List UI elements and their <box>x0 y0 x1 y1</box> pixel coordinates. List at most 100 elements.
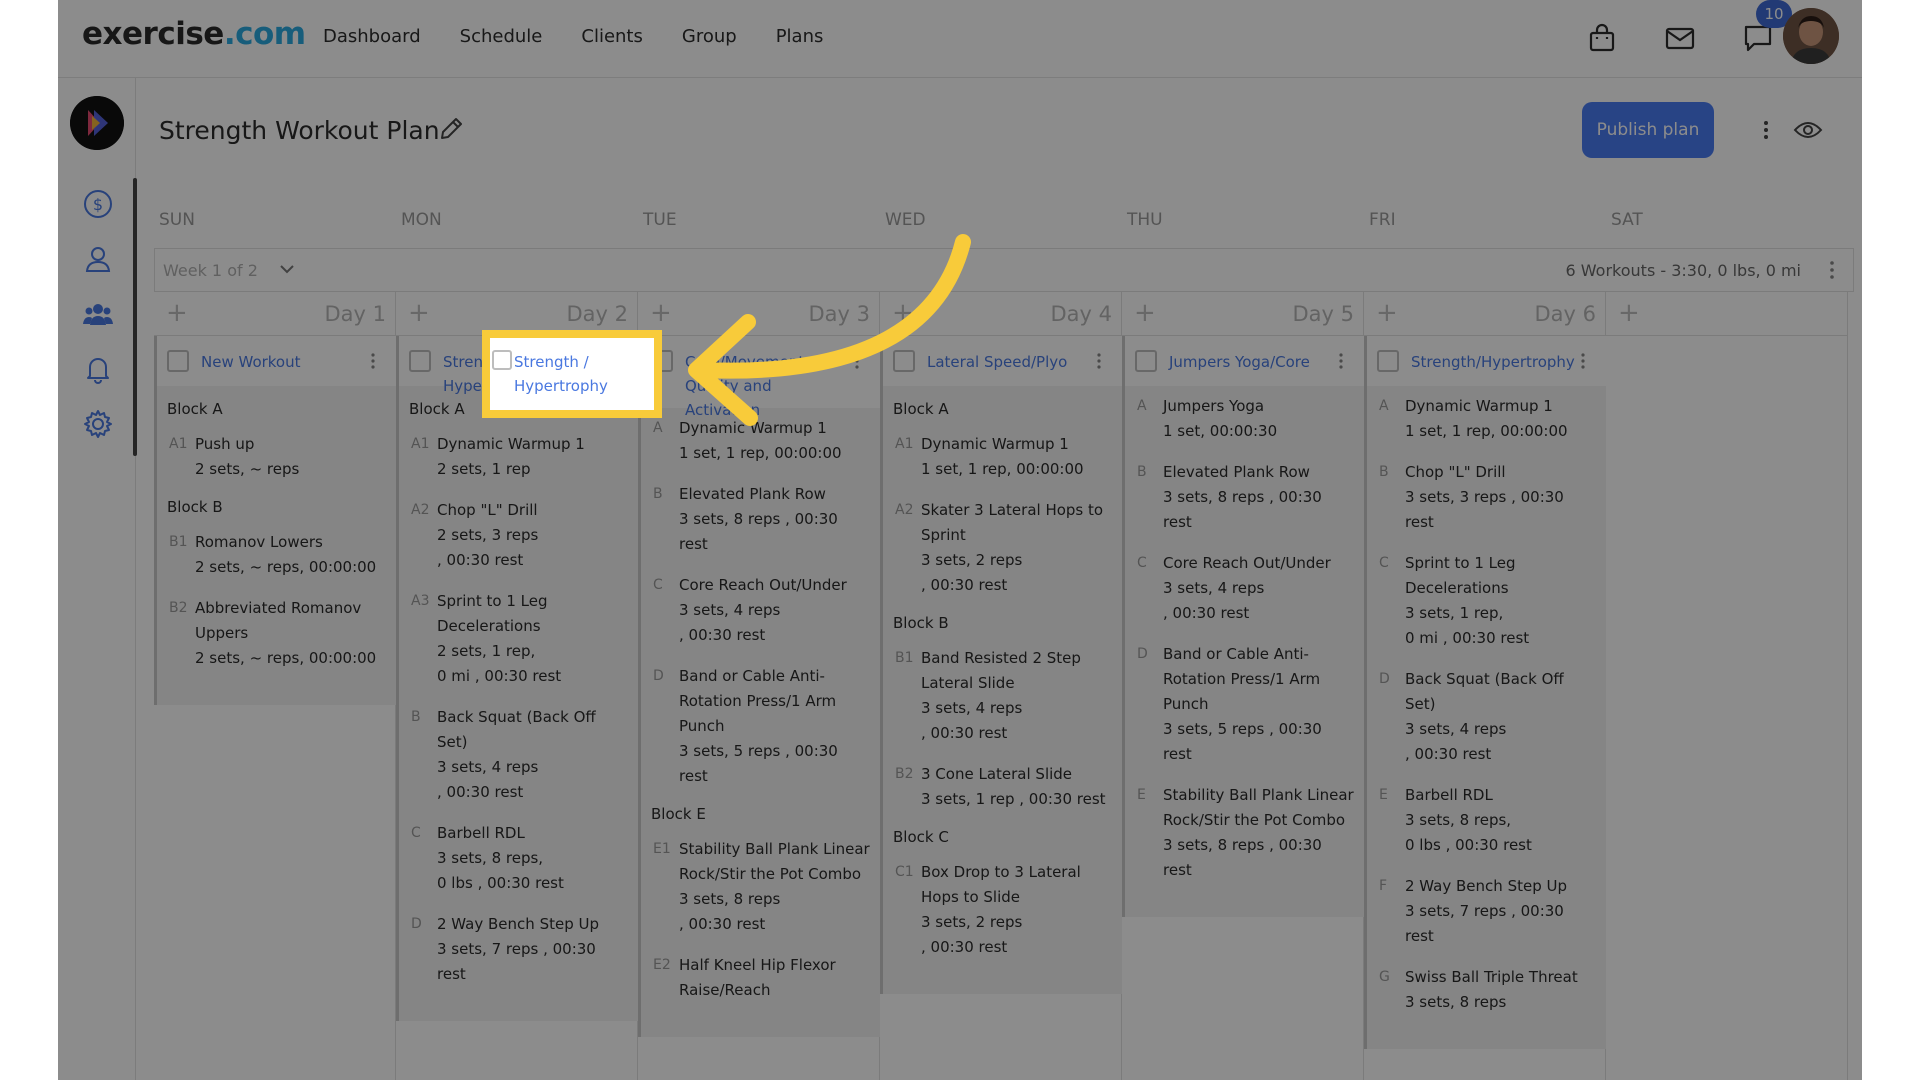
workout-checkbox[interactable] <box>1135 350 1157 372</box>
weekday-header: SUN MON TUE WED THU FRI SAT <box>159 210 1859 240</box>
exercise-item[interactable]: D Band or Cable Anti-Rotation Press/1 Arm… <box>1135 642 1354 767</box>
brand-logo[interactable]: exercise.com <box>82 16 306 52</box>
nav-dashboard[interactable]: Dashboard <box>323 26 421 47</box>
highlighted-workout-name[interactable]: Strength / Hypertrophy <box>514 350 654 398</box>
add-workout-plus-icon[interactable]: + <box>1618 300 1640 326</box>
nav-schedule[interactable]: Schedule <box>460 26 543 47</box>
exercise-item[interactable]: D Band or Cable Anti-Rotation Press/1 Arm… <box>651 664 870 789</box>
nav-clients[interactable]: Clients <box>581 26 643 47</box>
exercise-item[interactable]: E Stability Ball Plank Linear Rock/Stir t… <box>1135 783 1354 883</box>
gear-icon[interactable] <box>82 408 114 440</box>
exercise-detail: , 00:30 rest <box>921 938 1008 956</box>
workout-checkbox[interactable] <box>1377 350 1399 372</box>
exercise-name: Dynamic Warmup 1 <box>921 435 1069 453</box>
more-options-icon[interactable] <box>1754 118 1778 142</box>
exercise-item[interactable]: B2 3 Cone Lateral Slide 3 sets, 1 rep , 00… <box>893 762 1112 812</box>
workout-more-icon[interactable] <box>1090 352 1108 370</box>
exercise-item[interactable]: F 2 Way Bench Step Up 3 sets, 7 reps , 00:… <box>1377 874 1596 949</box>
exercise-item[interactable]: E1 Stability Ball Plank Linear Rock/Stir … <box>651 837 870 937</box>
week-more-icon[interactable] <box>1821 259 1843 281</box>
workout-more-icon[interactable] <box>364 352 382 370</box>
workout-checkbox[interactable] <box>893 350 915 372</box>
mail-icon[interactable] <box>1664 22 1696 54</box>
workout-more-icon[interactable] <box>1574 352 1592 370</box>
dollar-icon[interactable]: $ <box>82 188 114 220</box>
bell-icon[interactable] <box>82 353 114 385</box>
exercise-item[interactable]: B2 Abbreviated Romanov Uppers 2 sets, ~ re… <box>167 596 386 671</box>
nav-plans[interactable]: Plans <box>776 26 824 47</box>
exercise-item[interactable]: A1 Push up 2 sets, ~ reps <box>167 432 386 482</box>
exercise-detail: 2 sets, ~ reps, 00:00:00 <box>195 649 377 667</box>
exercise-item[interactable]: B Elevated Plank Row 3 sets, 8 reps , 00:3… <box>651 482 870 557</box>
workout-card[interactable]: Lateral Speed/Plyo Block A A1 Dynamic Warmu… <box>880 336 1122 994</box>
exercise-item[interactable]: C Barbell RDL 3 sets, 8 reps, 0 lbs , 00:30… <box>409 821 628 896</box>
exercise-item[interactable]: A3 Sprint to 1 Leg Decelerations 2 sets, 1… <box>409 589 628 689</box>
workout-name-link[interactable]: Core/Movement Quality and Activation <box>685 350 835 422</box>
chevron-down-icon[interactable] <box>277 259 297 279</box>
exercise-detail: 3 sets, 1 rep, <box>1405 604 1504 622</box>
shopping-bag-icon[interactable] <box>1586 22 1618 54</box>
workout-card[interactable]: New Workout Block A A1 Push up 2 sets, ~ rep… <box>154 336 396 705</box>
nav-group[interactable]: Group <box>682 26 737 47</box>
exercise-item[interactable]: E2 Half Kneel Hip Flexor Raise/Reach <box>651 953 870 1003</box>
day-column: + Day 3 Core/Movement Quality and Activati… <box>638 292 880 1080</box>
workout-name-link[interactable]: Lateral Speed/Plyo <box>927 350 1077 374</box>
exercise-item[interactable]: B Back Squat (Back Off Set) 3 sets, 4 reps… <box>409 705 628 805</box>
workout-name-link[interactable]: Strength/Hypertrophy <box>1411 350 1575 374</box>
exercise-name: Back Squat (Back Off Set) <box>1405 670 1564 713</box>
exercise-item[interactable]: B Chop "L" Drill 3 sets, 3 reps , 00:30 re… <box>1377 460 1596 535</box>
exercise-item[interactable]: C Sprint to 1 Leg Decelerations 3 sets, 1 … <box>1377 551 1596 651</box>
dow-wed: WED <box>885 210 926 230</box>
exercise-item[interactable]: A Dynamic Warmup 1 1 set, 1 rep, 00:00:00 <box>1377 394 1596 444</box>
exercise-item[interactable]: E Barbell RDL 3 sets, 8 reps, 0 lbs , 00:30… <box>1377 783 1596 858</box>
exercise-item[interactable]: C Core Reach Out/Under 3 sets, 4 reps , 00:… <box>651 573 870 648</box>
workout-name-link[interactable]: New Workout <box>201 350 351 374</box>
add-workout-plus-icon[interactable]: + <box>408 300 430 326</box>
exercise-item[interactable]: A Jumpers Yoga 1 set, 00:00:30 <box>1135 394 1354 444</box>
exercise-item[interactable]: A Dynamic Warmup 1 1 set, 1 rep, 00:00:00 <box>651 416 870 466</box>
workout-card[interactable]: Core/Movement Quality and Activation A Dyn… <box>638 336 880 1037</box>
user-avatar[interactable] <box>1783 8 1839 64</box>
add-workout-plus-icon[interactable]: + <box>892 300 914 326</box>
exercise-item[interactable]: A2 Skater 3 Lateral Hops to Sprint 3 sets,… <box>893 498 1112 598</box>
group-icon[interactable] <box>82 298 114 330</box>
exercise-key: E2 <box>653 957 671 973</box>
week-selector[interactable]: Week 1 of 2 <box>163 261 258 280</box>
exercise-item[interactable]: C1 Box Drop to 3 Lateral Hops to Slide 3 s… <box>893 860 1112 960</box>
workout-name-link[interactable]: Jumpers Yoga/Core <box>1169 350 1319 374</box>
org-logo[interactable] <box>70 96 124 150</box>
exercise-detail: 3 sets, 2 reps <box>921 551 1023 569</box>
pencil-edit-icon[interactable] <box>438 116 464 142</box>
logo-domain-text: .com <box>223 16 306 52</box>
add-workout-plus-icon[interactable]: + <box>1376 300 1398 326</box>
workout-checkbox[interactable] <box>409 350 431 372</box>
workout-card[interactable]: Strength/Hypertrophy A Dynamic Warmup 1 1 s… <box>1364 336 1606 1049</box>
exercise-item[interactable]: B1 Band Resisted 2 Step Lateral Slide 3 se… <box>893 646 1112 746</box>
workout-card[interactable]: Jumpers Yoga/Core A Jumpers Yoga 1 set, 00:… <box>1122 336 1364 917</box>
highlighted-workout-card[interactable]: Strength / Hypertrophy <box>482 330 662 418</box>
person-icon[interactable] <box>82 243 114 275</box>
exercise-item[interactable]: A2 Chop "L" Drill 2 sets, 3 reps , 00:30 re… <box>409 498 628 573</box>
publish-plan-button[interactable]: Publish plan <box>1582 102 1714 158</box>
exercise-name: 2 Way Bench Step Up <box>1405 877 1567 895</box>
preview-eye-icon[interactable] <box>1793 118 1823 142</box>
add-workout-plus-icon[interactable]: + <box>166 300 188 326</box>
exercise-item[interactable]: B Elevated Plank Row 3 sets, 8 reps , 00:3… <box>1135 460 1354 535</box>
exercise-item[interactable]: D Back Squat (Back Off Set) 3 sets, 4 reps… <box>1377 667 1596 767</box>
add-workout-plus-icon[interactable]: + <box>1134 300 1156 326</box>
workout-card[interactable]: Strength / HypertrophyBlock AA1Dynamic W… <box>396 336 638 1021</box>
workout-checkbox[interactable] <box>167 350 189 372</box>
exercise-item[interactable]: C Core Reach Out/Under 3 sets, 4 reps , 00:… <box>1135 551 1354 626</box>
add-workout-plus-icon[interactable]: + <box>650 300 672 326</box>
highlighted-workout-checkbox[interactable] <box>492 350 512 370</box>
day-label: Day 6 <box>1534 302 1596 326</box>
day-label: Day 4 <box>1050 302 1112 326</box>
workout-more-icon[interactable] <box>848 352 866 370</box>
exercise-item[interactable]: A1 Dynamic Warmup 1 1 set, 1 rep, 00:00:00 <box>893 432 1112 482</box>
workout-card-header: Jumpers Yoga/Core <box>1125 336 1364 386</box>
exercise-item[interactable]: G Swiss Ball Triple Threat 3 sets, 8 reps <box>1377 965 1596 1015</box>
exercise-item[interactable]: A1 Dynamic Warmup 1 2 sets, 1 rep <box>409 432 628 482</box>
exercise-item[interactable]: D 2 Way Bench Step Up 3 sets, 7 reps , 00:… <box>409 912 628 987</box>
exercise-item[interactable]: B1 Romanov Lowers 2 sets, ~ reps, 00:00:00 <box>167 530 386 580</box>
workout-more-icon[interactable] <box>1332 352 1350 370</box>
